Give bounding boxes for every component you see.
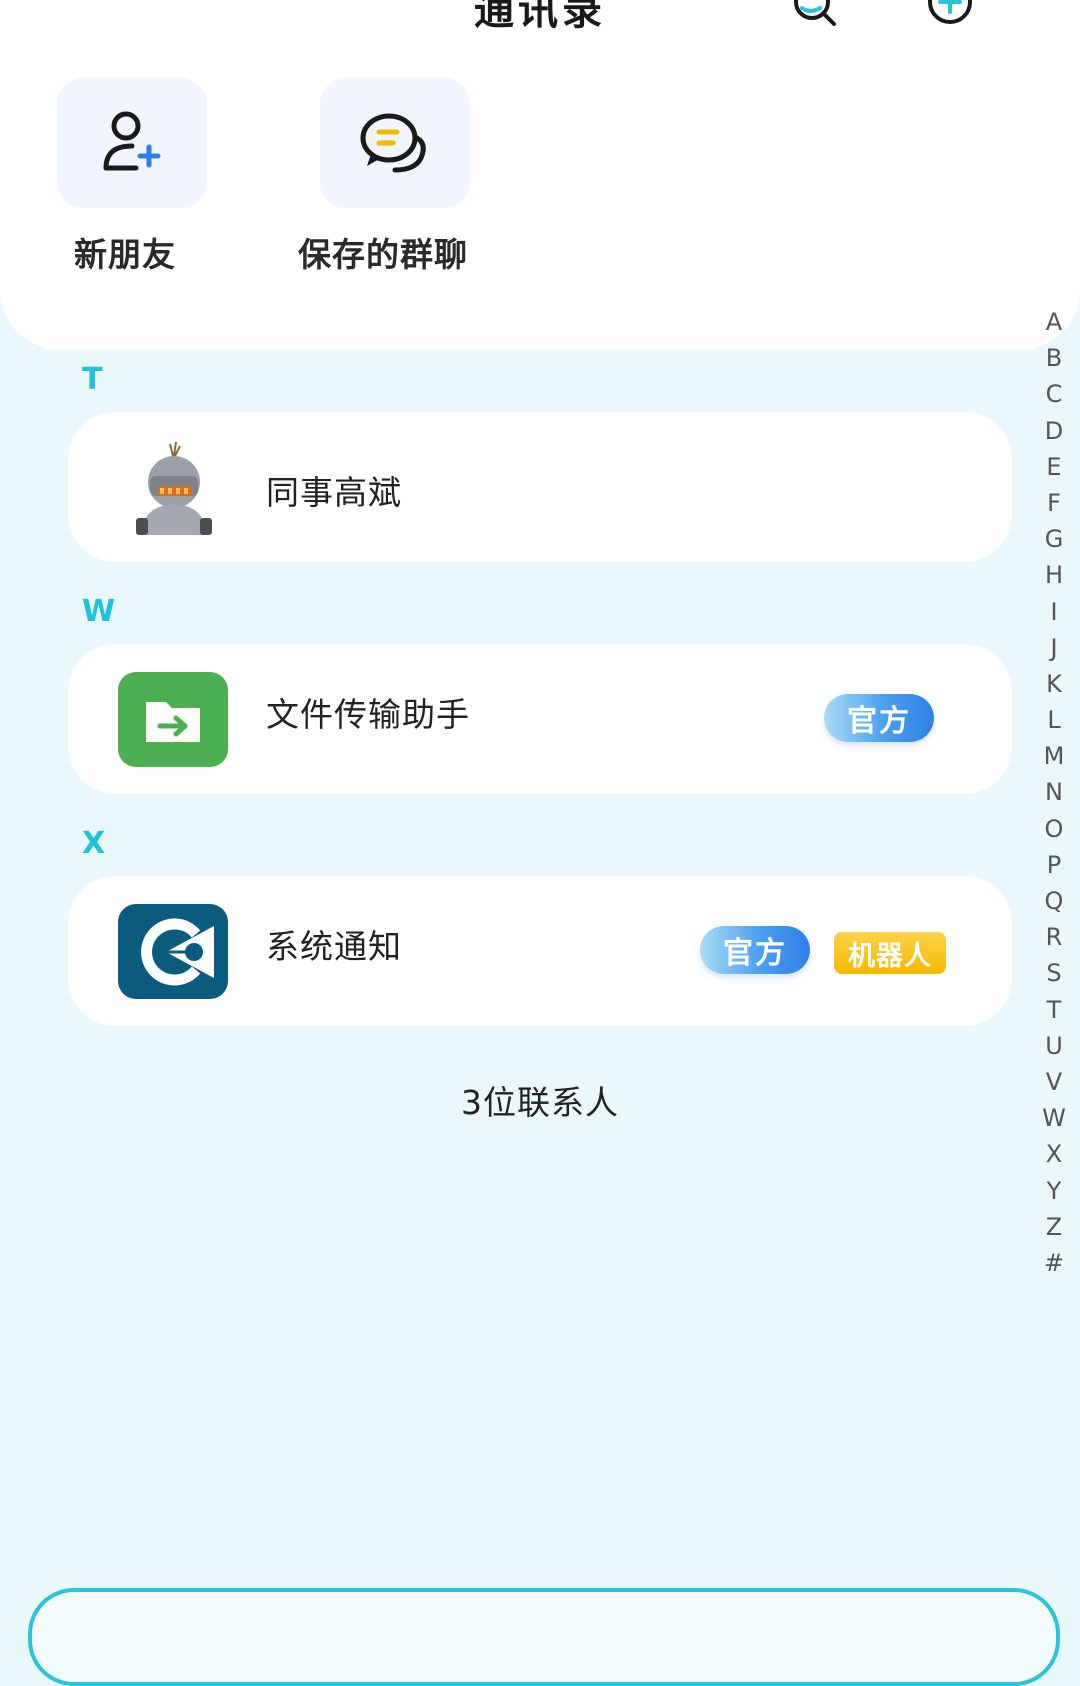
contact-count: 3位联系人 xyxy=(461,1083,619,1122)
contact-name: 文件传输助手 xyxy=(266,695,470,734)
contact-name: 同事高斌 xyxy=(266,473,402,512)
index-letter[interactable]: T xyxy=(1047,992,1062,1028)
system-logo-icon xyxy=(141,918,214,986)
official-badge: 官方 xyxy=(824,694,934,742)
index-letter[interactable]: J xyxy=(1050,630,1057,666)
section-letter-x: X xyxy=(82,826,106,861)
index-letter[interactable]: # xyxy=(1044,1245,1064,1281)
top-card: 通讯录 新朋友 保存的群聊 xyxy=(0,0,1080,350)
search-icon[interactable] xyxy=(790,0,838,30)
saved-groups-button[interactable] xyxy=(320,78,470,208)
index-letter[interactable]: P xyxy=(1047,847,1061,883)
contact-row[interactable]: 文件传输助手 官方 xyxy=(68,644,1012,794)
file-transfer-avatar xyxy=(118,672,228,767)
index-letter[interactable]: C xyxy=(1046,376,1063,412)
robot-badge: 机器人 xyxy=(834,932,946,974)
index-letter[interactable]: U xyxy=(1045,1028,1063,1064)
add-icon[interactable] xyxy=(926,0,974,30)
contact-row[interactable]: 系统通知 官方 机器人 xyxy=(68,876,1012,1026)
index-letter[interactable]: E xyxy=(1046,449,1061,485)
index-letter[interactable]: L xyxy=(1047,702,1060,738)
index-letter[interactable]: N xyxy=(1045,774,1063,810)
index-letter[interactable]: Z xyxy=(1046,1209,1062,1245)
index-letter[interactable]: W xyxy=(1042,1100,1066,1136)
index-letter[interactable]: G xyxy=(1045,521,1064,557)
index-letter[interactable]: H xyxy=(1045,557,1063,593)
section-letter-w: W xyxy=(82,594,116,629)
robot-avatar xyxy=(118,440,228,535)
index-letter[interactable]: D xyxy=(1045,413,1063,449)
index-letter[interactable]: X xyxy=(1046,1136,1062,1172)
saved-groups-label: 保存的群聊 xyxy=(298,235,468,274)
new-friends-label: 新朋友 xyxy=(74,235,176,274)
add-user-icon xyxy=(103,111,161,171)
index-letter[interactable]: Q xyxy=(1045,883,1064,919)
index-letter[interactable]: V xyxy=(1046,1064,1062,1100)
index-letter[interactable]: F xyxy=(1047,485,1061,521)
index-letter[interactable]: R xyxy=(1046,919,1063,955)
alphabet-index[interactable]: A B C D E F G H I J K L M N O P Q R S T U V W X Y Z # xyxy=(1032,304,1076,1281)
index-letter[interactable]: K xyxy=(1046,666,1062,702)
index-letter[interactable]: I xyxy=(1050,594,1057,630)
bottom-bar xyxy=(28,1588,1060,1686)
index-letter[interactable]: M xyxy=(1044,738,1065,774)
section-letter-t: T xyxy=(82,362,103,397)
contact-row[interactable]: 同事高斌 xyxy=(68,412,1012,562)
folder-arrow-icon xyxy=(146,702,200,742)
index-letter[interactable]: S xyxy=(1046,955,1061,991)
contact-name: 系统通知 xyxy=(266,927,402,966)
new-friends-button[interactable] xyxy=(57,78,207,208)
index-letter[interactable]: A xyxy=(1046,304,1062,340)
index-letter[interactable]: Y xyxy=(1047,1173,1062,1209)
index-letter[interactable]: B xyxy=(1046,340,1062,376)
index-letter[interactable]: O xyxy=(1045,811,1064,847)
group-chat-icon xyxy=(360,113,426,173)
system-notice-avatar xyxy=(118,904,228,999)
official-badge: 官方 xyxy=(700,926,810,974)
page-title: 通讯录 xyxy=(474,0,606,34)
